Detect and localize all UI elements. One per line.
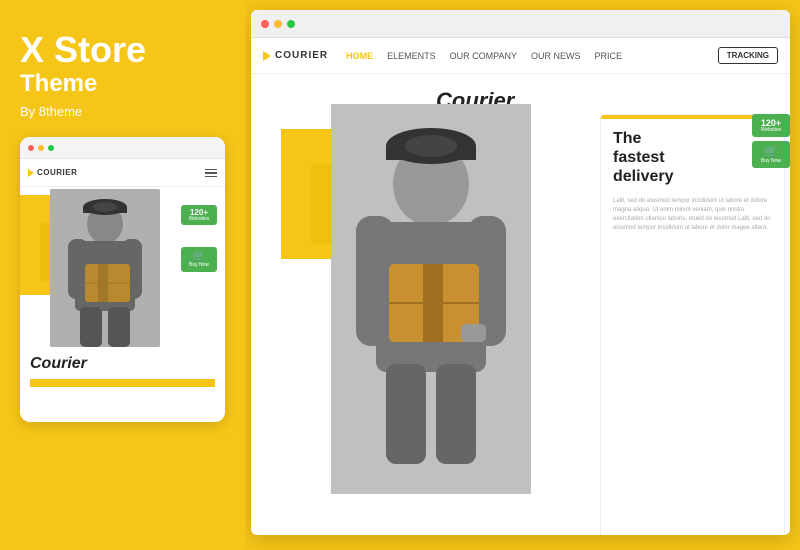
mobile-badge-buy[interactable]: 🛒 Buy Now [181,247,217,272]
lorem-text: Lalit, sed do eiusmod tempor incididunt … [613,197,772,530]
browser-logo: COURIER [263,50,328,61]
by-label: By 8theme [20,104,82,119]
floating-badges: 120+ Websites 🛒 Buy Now [752,114,790,168]
mobile-footer-title: Courier [30,355,215,373]
browser-dot-yellow [274,20,282,28]
mobile-badge-websites: 120+ Websites [181,205,217,225]
browser-dot-green [287,20,295,28]
browser-content: Courier [251,74,790,535]
float-badge-buy[interactable]: 🛒 Buy Now [752,141,790,168]
nav-link-home[interactable]: HOME [346,51,373,61]
app-title: X Store Theme [20,30,146,98]
content-box: The fastest delivery Lalit, sed do eiusm… [600,114,785,535]
browser-nav-bar: COURIER HOME ELEMENTS OUR COMPANY OUR NE… [251,38,790,74]
float-badge-label: Websites [755,128,787,133]
browser-logo-arrow-icon [263,51,271,61]
fastest-line3: delivery [613,168,673,185]
fastest-line2: fastest [613,149,665,166]
mobile-logo-text: COURIER [37,168,77,177]
nav-link-elements[interactable]: ELEMENTS [387,51,436,61]
app-title-line1: X Store [20,30,146,70]
float-buy-label: Buy Now [755,158,787,164]
browser-top-bar [251,10,790,38]
mobile-dot-red [28,145,34,151]
mobile-dot-yellow [38,145,44,151]
nav-link-price[interactable]: PRICE [594,51,622,61]
fastest-line1: The [613,130,641,147]
right-panel: COURIER HOME ELEMENTS OUR COMPANY OUR NE… [245,0,800,550]
mobile-dot-green [48,145,54,151]
browser-nav-links: HOME ELEMENTS OUR COMPANY OUR NEWS PRICE [346,51,708,61]
float-cart-icon: 🛒 [755,145,787,158]
left-panel: X Store Theme By 8theme COURIER [0,0,245,550]
hamburger-menu-icon[interactable] [205,169,217,178]
mobile-person-image [50,189,160,347]
fastest-delivery-heading: The fastest delivery [613,129,772,187]
mobile-hero-area: 120+ Websites 🛒 Buy Now [20,187,225,347]
mobile-top-bar [20,137,225,159]
mobile-nav: COURIER [20,159,225,187]
mobile-mockup: COURIER [20,137,225,422]
main-person-image [331,104,531,494]
nav-link-our-company[interactable]: OUR COMPANY [450,51,517,61]
mobile-footer-text: Courier [20,347,225,391]
mobile-nav-logo: COURIER [28,168,199,177]
browser-dot-red [261,20,269,28]
mobile-logo-arrow-icon [28,169,34,177]
mobile-badge-label: Websites [183,217,215,222]
nav-link-our-news[interactable]: OUR NEWS [531,51,581,61]
float-badge-websites: 120+ Websites [752,114,790,137]
cart-icon: 🛒 [183,251,215,262]
browser-logo-text: COURIER [275,50,328,61]
browser-mockup: COURIER HOME ELEMENTS OUR COMPANY OUR NE… [251,10,790,535]
buy-label: Buy Now [183,262,215,268]
tracking-button[interactable]: TRACKING [718,47,778,64]
app-subtitle: Theme [20,70,146,99]
mobile-footer-bar [30,379,215,387]
browser-content-inner: Courier [251,74,790,535]
